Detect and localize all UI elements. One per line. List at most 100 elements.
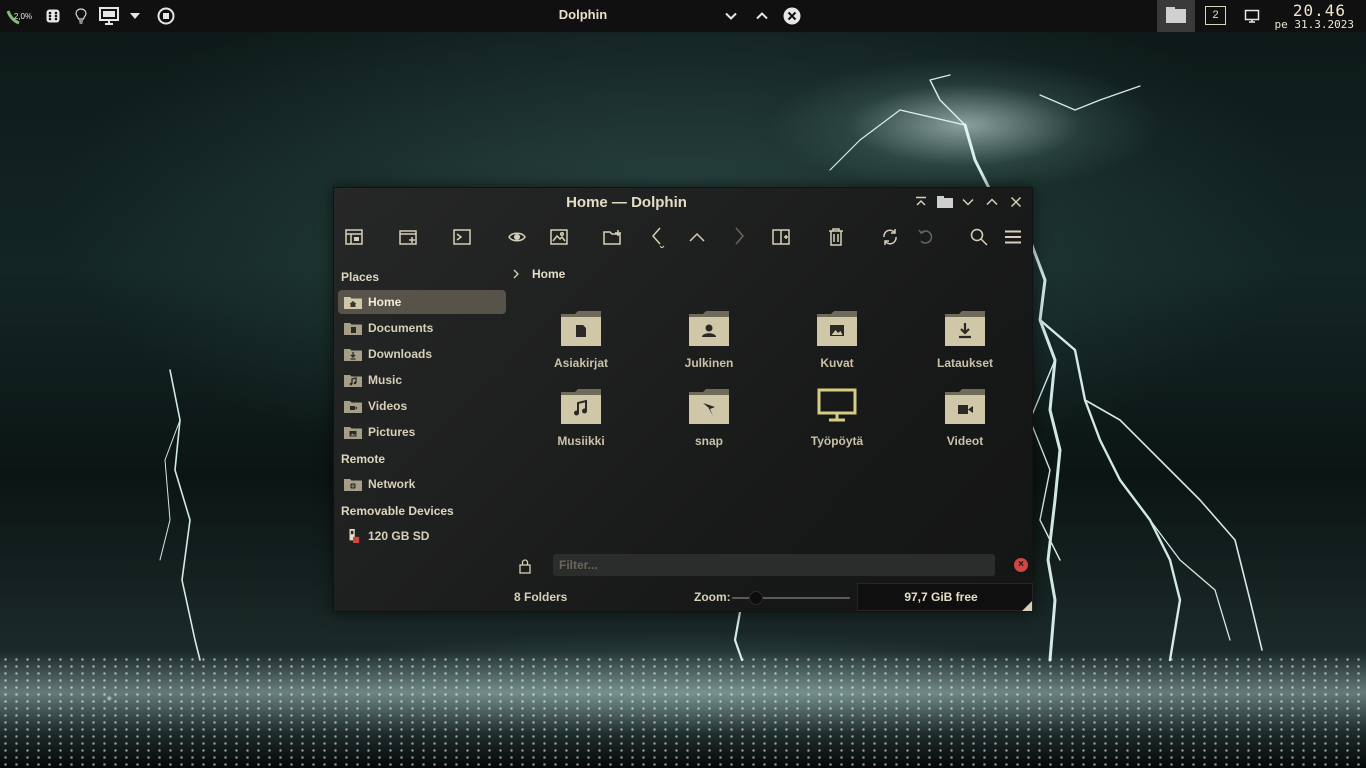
dolphin-window: Home — Dolphin Places Home Documents Dow… [333,187,1033,612]
taskbar-dolphin-entry[interactable] [1157,0,1195,32]
place-documents[interactable]: Documents [338,316,506,340]
active-window-title[interactable]: Dolphin [540,7,626,22]
section-remote: Remote [341,452,386,466]
folder-name: Lataukset [936,356,994,370]
breadcrumb[interactable]: Home [512,267,565,281]
image-preview-icon[interactable] [547,225,571,249]
folder-item[interactable]: Julkinen [659,308,759,380]
window-menu-folder-icon[interactable] [935,193,955,211]
folder-icon [1166,7,1186,23]
snap-folder-icon [689,389,729,424]
minimize-icon[interactable] [959,193,977,211]
folder-name: Julkinen [684,356,734,370]
resize-grip-icon[interactable] [1022,601,1032,611]
folder-item[interactable]: Asiakirjat [531,308,631,380]
virtual-desktop-pager[interactable]: 2 [1205,6,1226,25]
folder-item[interactable]: Lataukset [915,308,1015,380]
search-icon[interactable] [967,225,991,249]
folder-count: 8 Folders [514,590,568,604]
folder-name: Kuvat [820,356,854,370]
maximize-icon[interactable] [983,193,1001,211]
folder-item[interactable]: Musiikki [531,386,631,458]
dice-icon[interactable] [44,6,62,26]
document-folder-icon [561,311,601,346]
folder-name: snap [694,434,723,448]
folder-name: Työpöytä [810,434,864,448]
network-folder-icon [344,479,362,491]
display-dropdown-icon[interactable] [128,6,142,26]
places-panel: Places Home Documents Downloads Music Vi… [338,266,506,546]
new-window-icon[interactable] [396,225,420,249]
pictures-folder-icon [344,427,362,439]
window-titlebar[interactable]: Home — Dolphin [334,188,1034,216]
hamburger-menu-icon[interactable] [1001,225,1025,249]
folder-name: Videot [946,434,984,448]
videos-folder-icon [344,401,362,413]
zoom-label: Zoom: [694,590,731,604]
place-sd-card[interactable]: 120 GB SD [338,524,506,548]
lightbulb-icon[interactable] [73,6,89,26]
close-panel-icon[interactable] [782,6,802,26]
place-label: Downloads [368,347,433,361]
place-label: Documents [368,321,434,335]
split-view-icon[interactable] [769,225,793,249]
place-downloads[interactable]: Downloads [338,342,506,366]
clear-filter-icon[interactable]: × [1014,558,1028,572]
folder-item[interactable]: Työpöytä [787,386,887,458]
cpu-label: 2,0% [13,11,33,21]
place-label: Home [368,295,402,309]
cpu-monitor-icon[interactable]: 2,0% [4,6,34,26]
zoom-slider-handle[interactable] [748,591,763,605]
place-music[interactable]: Music [338,368,506,392]
lock-icon[interactable] [518,558,532,574]
maximize-panel-icon[interactable] [753,6,771,26]
place-home[interactable]: Home [338,290,506,314]
public-folder-icon [689,311,729,346]
downloads-folder-icon [344,349,362,361]
place-label: Network [368,477,416,491]
terminal-icon[interactable] [450,225,474,249]
keep-above-icon[interactable] [912,193,930,211]
section-places: Places [341,270,380,284]
folder-item[interactable]: snap [659,386,759,458]
sd-card-icon [349,529,360,543]
section-removable: Removable Devices [341,504,454,518]
display-icon[interactable] [98,6,120,26]
close-icon[interactable] [1007,193,1025,211]
new-folder-icon[interactable] [601,225,625,249]
folder-item[interactable]: Videot [915,386,1015,458]
place-videos[interactable]: Videos [338,394,506,418]
record-stop-icon[interactable] [156,6,176,26]
folder-name: Asiakirjat [553,356,609,370]
clock-date: pe 31.3.2023 [1274,18,1354,31]
show-panels-icon[interactable] [342,225,366,249]
folder-item[interactable]: Kuvat [787,308,887,380]
screen-icon[interactable] [1243,6,1261,26]
filter-input[interactable] [553,554,995,576]
preview-eye-icon[interactable] [505,225,529,249]
free-space-indicator[interactable]: 97,7 GiB free [857,583,1033,611]
place-label: Music [368,373,403,387]
folder-name: Musiikki [557,434,605,448]
place-pictures[interactable]: Pictures [338,420,506,444]
place-label: Pictures [368,425,416,439]
window-title: Home — Dolphin [566,194,687,211]
minimize-panel-icon[interactable] [722,6,740,26]
back-icon[interactable] [645,225,669,249]
place-label: 120 GB SD [368,529,430,543]
reload-icon[interactable] [878,225,902,249]
trash-icon[interactable] [824,225,848,249]
up-icon[interactable] [685,225,709,249]
music-folder-icon [344,375,362,387]
place-network[interactable]: Network [338,472,506,496]
pictures-folder-icon [817,311,857,346]
documents-folder-icon [344,323,362,335]
download-folder-icon [945,311,985,346]
music-folder-icon [561,389,601,424]
breadcrumb-current[interactable]: Home [532,267,565,281]
main-toolbar [334,218,1034,256]
chevron-right-icon [513,269,519,279]
desktop-icon [817,388,857,422]
undo-icon[interactable] [913,225,937,249]
forward-icon[interactable] [727,225,751,249]
